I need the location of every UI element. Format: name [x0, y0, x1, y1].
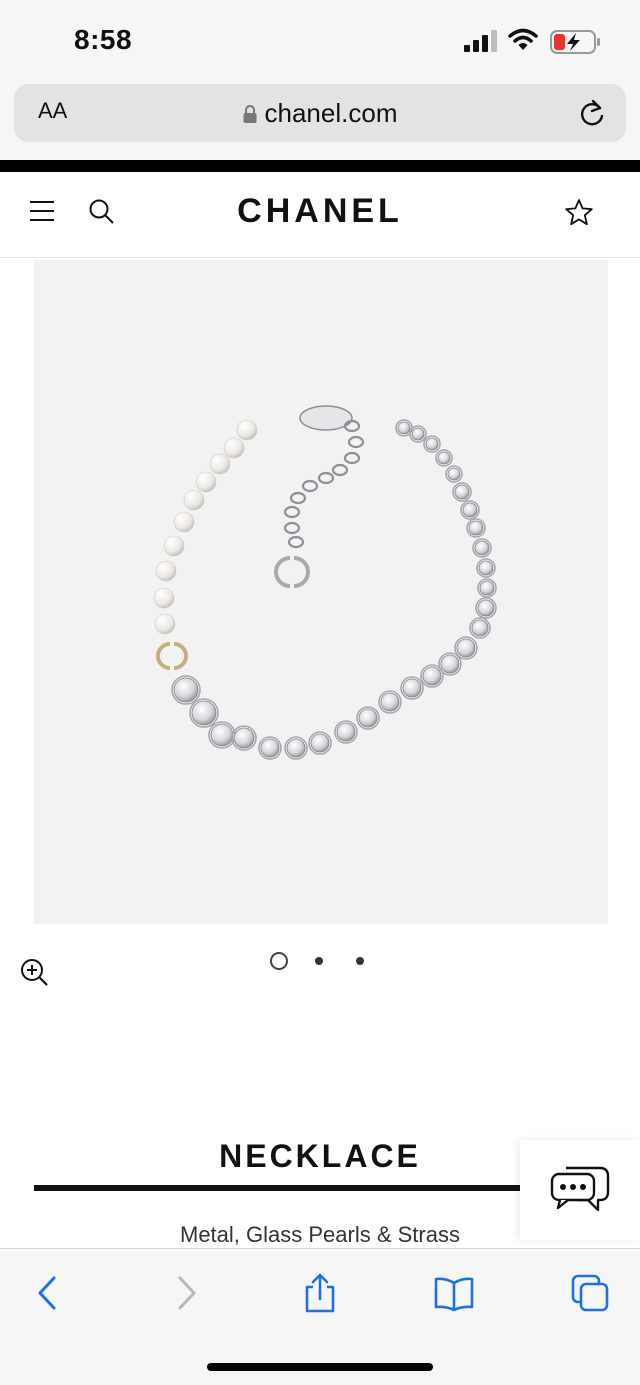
carousel-dot-1[interactable] — [270, 952, 288, 970]
chain-link — [343, 451, 361, 465]
stone — [447, 467, 461, 481]
chain-link — [317, 471, 335, 485]
forward-icon[interactable] — [166, 1273, 206, 1313]
chat-button[interactable] — [520, 1140, 640, 1240]
stone — [310, 733, 330, 753]
necklace-photo — [153, 405, 497, 760]
stone — [336, 722, 356, 742]
url-text: chanel.com — [264, 98, 398, 128]
pearl — [236, 419, 258, 441]
stone — [437, 451, 451, 465]
home-indicator — [207, 1363, 433, 1371]
pearl — [223, 437, 245, 459]
cc-charm — [293, 556, 310, 588]
carousel-dots — [270, 952, 380, 972]
stone — [233, 727, 255, 749]
bookmarks-icon[interactable] — [434, 1273, 474, 1313]
stone — [397, 421, 411, 435]
stone — [479, 580, 495, 596]
carousel-dot-2[interactable] — [315, 957, 323, 965]
url-display[interactable]: chanel.com — [14, 98, 626, 129]
chain-link — [283, 505, 301, 519]
pearl — [173, 511, 195, 533]
stone — [402, 678, 422, 698]
zoom-in-icon[interactable] — [18, 956, 50, 988]
status-bar: 8:58 — [0, 0, 640, 78]
wifi-icon — [508, 28, 538, 50]
signal-icon — [464, 30, 497, 52]
stone — [260, 738, 280, 758]
status-time: 8:58 — [74, 24, 133, 55]
pearl — [155, 560, 177, 582]
stone — [456, 638, 476, 658]
tabs-icon[interactable] — [570, 1273, 610, 1313]
lock-icon — [243, 105, 257, 123]
stone — [380, 692, 400, 712]
wishlist-star-icon[interactable] — [564, 198, 594, 226]
back-icon[interactable] — [28, 1273, 68, 1313]
browser-address-area: AA chanel.com — [0, 78, 640, 160]
pearl — [183, 489, 205, 511]
stone — [173, 677, 199, 703]
product-image[interactable] — [34, 260, 608, 924]
battery-charging-icon — [550, 30, 600, 54]
cc-charm — [156, 642, 171, 670]
chat-bubble-icon — [550, 1166, 610, 1212]
stone — [468, 520, 484, 536]
browser-toolbar — [0, 1248, 640, 1385]
stone — [477, 599, 495, 617]
address-bar[interactable]: AA chanel.com — [14, 84, 626, 142]
chain-link — [343, 419, 361, 433]
stone — [358, 708, 378, 728]
share-icon[interactable] — [300, 1273, 340, 1313]
stone — [471, 619, 489, 637]
stone — [462, 502, 478, 518]
stone — [478, 560, 494, 576]
stone — [425, 437, 439, 451]
chain-link — [287, 535, 305, 549]
stone — [210, 723, 234, 747]
chain-link — [289, 491, 307, 505]
pearl — [153, 587, 175, 609]
chain-link — [331, 463, 349, 477]
pearl — [195, 471, 217, 493]
stone — [411, 427, 425, 441]
cc-charm — [173, 642, 188, 670]
pearl — [154, 613, 176, 635]
chain-link — [301, 479, 319, 493]
stone — [286, 738, 306, 758]
brand-logo[interactable]: CHANEL — [0, 192, 640, 231]
pearl — [163, 535, 185, 557]
stone — [191, 700, 217, 726]
reload-icon[interactable] — [578, 98, 606, 128]
pearl — [209, 453, 231, 475]
page-top-divider — [0, 160, 640, 172]
carousel-dot-3[interactable] — [356, 957, 364, 965]
chain-link — [283, 521, 301, 535]
site-header: CHANEL — [0, 172, 640, 258]
stone — [440, 654, 460, 674]
chain-link — [347, 435, 365, 449]
cc-charm — [274, 556, 291, 588]
stone — [422, 666, 442, 686]
stone — [474, 540, 490, 556]
stone — [454, 484, 470, 500]
